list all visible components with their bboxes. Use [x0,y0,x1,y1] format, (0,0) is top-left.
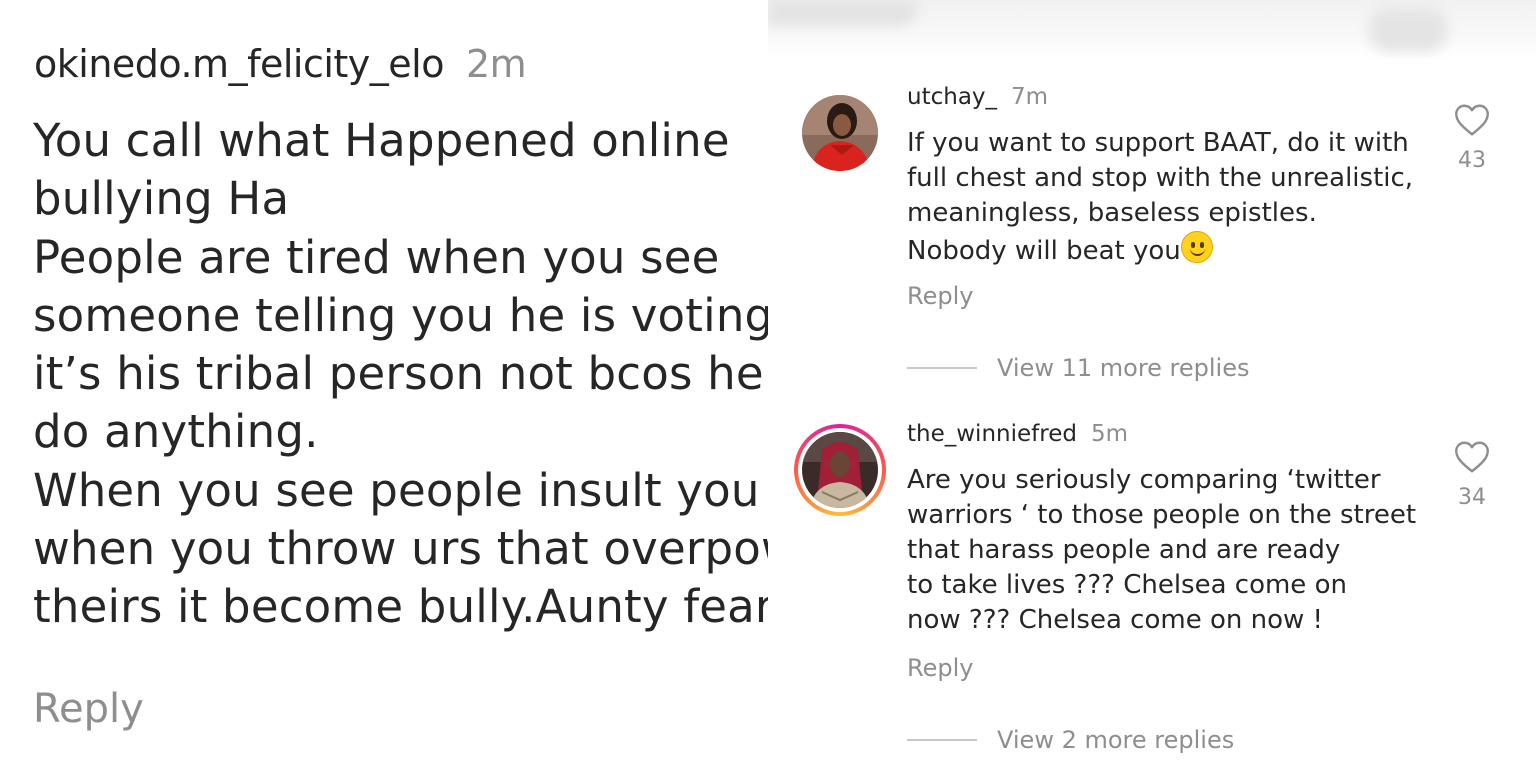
heart-icon[interactable] [1454,103,1490,137]
divider-line [907,739,977,741]
comment-text: Are you seriously comparing ‘twitter war… [907,463,1437,638]
reply-button[interactable]: Reply [907,654,973,682]
view-more-replies-button[interactable]: View 11 more replies [907,354,1250,382]
reply-button[interactable]: Reply [33,686,144,732]
blurred-header [768,0,1536,58]
comment-time: 2m [465,42,527,86]
like-count: 34 [1458,485,1486,510]
avatar [802,432,878,508]
comment-text: You call what Happened online bullying H… [33,112,768,637]
reply-button[interactable]: Reply [907,282,973,310]
comment-text-line: theirs it become bully.Aunty fear ( [33,580,768,634]
comment-header: okinedo.m_felicity_elo 2m [34,42,527,86]
comment-text-line: meaningless, baseless epistles. [907,198,1317,228]
comment-text-fragment: Nobody will beat you [907,236,1181,266]
comment-text-line: when you throw urs that overpow [33,522,768,576]
comment-text-line: to take lives ??? Chelsea come on [907,570,1347,600]
comment-text-line: now ??? Chelsea come on now ! [907,605,1323,635]
comment-text-line: someone telling you he is voting b [33,288,768,342]
blurred-shape [1368,8,1448,52]
avatar-photo [802,95,878,171]
heart-icon[interactable] [1454,440,1490,474]
comment-header: utchay_ 7m [907,84,1048,110]
comment-text-line: Are you seriously comparing ‘twitter [907,465,1381,495]
smiling-face-emoji-icon [1180,231,1213,263]
zoomed-comment-panel: okinedo.m_felicity_elo 2m You call what H… [0,0,768,768]
comment-time: 5m [1090,421,1128,447]
view-more-replies-label: View 11 more replies [997,354,1250,382]
comment-text-line: it’s his tribal person not bcos he c [33,347,768,401]
comment-username[interactable]: okinedo.m_felicity_elo [34,42,444,86]
comment-text-line: When you see people insult you a [33,463,768,517]
comment-header: the_winniefred 5m [907,421,1128,447]
avatar[interactable] [802,95,878,171]
comment-text-line: that harass people and are ready [907,535,1341,565]
comment-text-line: People are tired when you see [33,230,720,284]
comment-text-line: full chest and stop with the unrealistic… [907,163,1414,193]
comment-text-line: warriors ‘ to those people on the street [907,500,1417,530]
blurred-shape [768,0,918,26]
comment-text: If you want to support BAAT, do it with … [907,126,1437,269]
avatar-photo [802,432,878,508]
avatar-ring-gap [798,428,882,512]
comment-text-line: bullying Ha [33,172,290,226]
comments-list-panel: utchay_ 7m If you want to support BAAT, d… [768,0,1536,768]
comment-text-line: do anything. [33,405,319,459]
comment-text-line: You call what Happened online [33,114,730,167]
view-more-replies-label: View 2 more replies [997,726,1235,754]
view-more-replies-button[interactable]: View 2 more replies [907,726,1234,754]
emoji-mouth [1189,246,1205,256]
avatar-story-ring[interactable] [794,424,886,516]
comment-time: 7m [1011,84,1049,110]
comment-text-line: If you want to support BAAT, do it with [907,128,1409,158]
comment-text-line: Nobody will beat you [907,231,1437,269]
comment-username[interactable]: the_winniefred [907,421,1077,447]
divider-line [907,367,977,369]
comment-username[interactable]: utchay_ [907,84,997,110]
like-count: 43 [1458,148,1486,173]
